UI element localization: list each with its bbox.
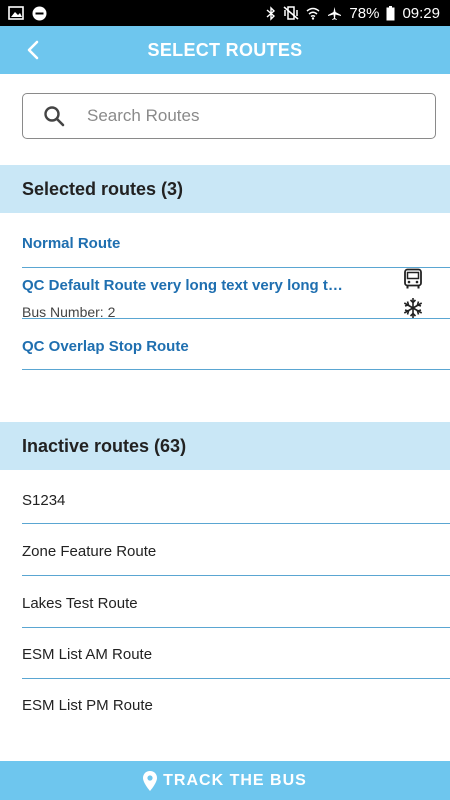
inactive-route-item[interactable]: Lakes Test Route <box>22 576 450 628</box>
bus-number: Bus Number: 2 <box>22 304 116 320</box>
route-label: S1234 <box>22 492 66 509</box>
airplane-icon <box>327 6 342 21</box>
wifi-icon <box>306 6 320 20</box>
route-label: Normal Route <box>22 235 121 252</box>
bluetooth-icon <box>266 5 276 21</box>
image-icon <box>8 6 24 20</box>
selected-route-item[interactable]: Normal Route <box>22 213 450 268</box>
inactive-route-item[interactable]: ESM List PM Route <box>22 679 450 731</box>
search-input[interactable] <box>85 105 409 127</box>
status-bar: 78% 09:29 <box>0 0 450 26</box>
vibrate-icon <box>283 6 299 20</box>
selected-routes-header: Selected routes (3) <box>0 165 450 213</box>
app-bar: SELECT ROUTES <box>0 26 450 74</box>
track-the-bus-button[interactable]: TRACK THE BUS <box>0 761 450 800</box>
selected-route-item[interactable]: QC Default Route very long text very lon… <box>22 268 450 320</box>
search-icon <box>43 105 65 127</box>
bus-icon <box>402 268 424 290</box>
chevron-left-icon[interactable] <box>22 38 46 62</box>
battery-percent: 78% <box>349 4 380 22</box>
location-pin-icon <box>143 770 158 791</box>
selected-route-item[interactable]: QC Overlap Stop Route <box>22 319 450 370</box>
page-title: SELECT ROUTES <box>147 39 303 60</box>
inactive-routes-header: Inactive routes (63) <box>0 422 450 470</box>
inactive-route-item[interactable]: Zone Feature Route <box>22 524 450 576</box>
route-label: ESM List AM Route <box>22 646 153 663</box>
route-label: QC Default Route very long text very lon… <box>22 277 342 294</box>
route-label: ESM List PM Route <box>22 697 153 714</box>
snowflake-icon <box>402 297 424 319</box>
minus-circle-icon <box>32 6 47 21</box>
track-the-bus-label: TRACK THE BUS <box>163 771 307 789</box>
route-label: Zone Feature Route <box>22 543 157 560</box>
search-box[interactable] <box>22 93 436 139</box>
battery-icon <box>386 5 395 21</box>
inactive-route-item[interactable]: ESM List AM Route <box>22 628 450 679</box>
route-label: Lakes Test Route <box>22 595 138 612</box>
inactive-route-item[interactable]: S1234 <box>22 470 450 524</box>
route-label: QC Overlap Stop Route <box>22 338 189 355</box>
clock: 09:29 <box>402 4 440 22</box>
